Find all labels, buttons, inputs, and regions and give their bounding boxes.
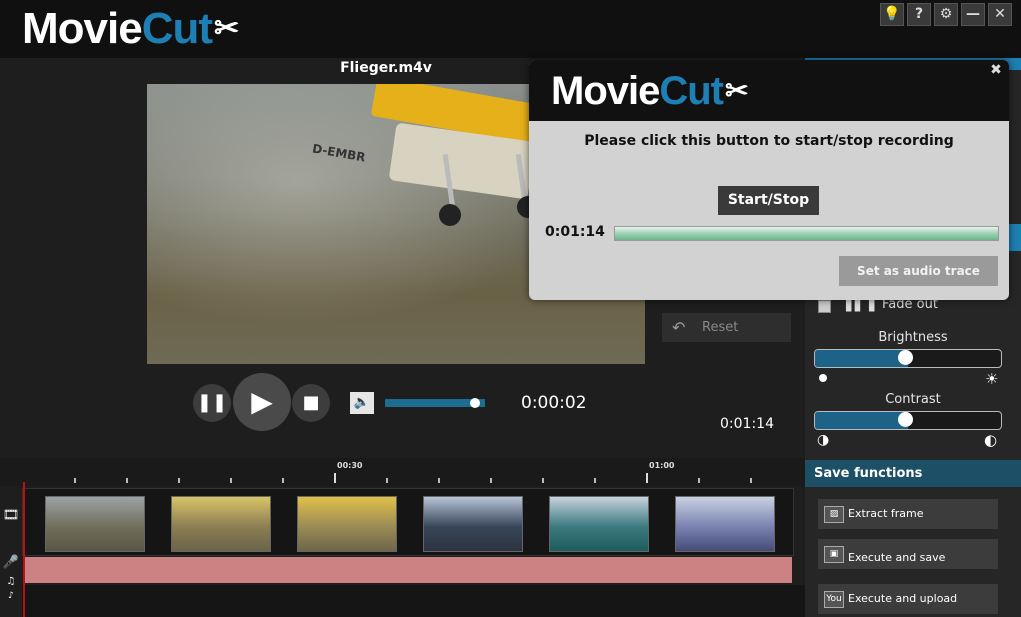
frame-thumbnail[interactable] — [675, 496, 775, 552]
video-plane-registration: D-EMBR — [311, 141, 367, 165]
play-button[interactable]: ▶ — [233, 373, 291, 431]
volume-slider-thumb[interactable] — [470, 398, 480, 408]
brightness-slider-thumb[interactable] — [898, 350, 913, 365]
contrast-slider-thumb[interactable] — [898, 412, 913, 427]
music-track[interactable] — [22, 585, 805, 617]
music-note-small-icon: ♪ — [8, 591, 14, 601]
reset-button[interactable]: ↶ Reset — [662, 313, 791, 342]
ruler-tick — [438, 478, 440, 483]
ruler-tick — [230, 478, 232, 483]
fade-out-checkbox[interactable] — [818, 300, 831, 313]
save-functions-header: Save functions — [805, 460, 1021, 487]
ruler-tick — [74, 478, 76, 483]
timeline-ruler[interactable]: 00:30 01:00 — [0, 458, 805, 486]
floppy-disk-icon: ▣ — [824, 546, 844, 563]
ruler-tick — [126, 478, 128, 483]
ruler-tick — [490, 478, 492, 483]
help-icon[interactable]: ? — [907, 3, 931, 26]
ruler-tick — [698, 478, 700, 483]
execute-upload-label: Execute and upload — [848, 592, 958, 605]
lightbulb-icon[interactable]: 💡 — [880, 3, 904, 26]
logo-text-cut: Cut — [141, 4, 213, 53]
total-time: 0:01:14 — [720, 416, 774, 432]
stop-button[interactable]: ■ — [292, 384, 330, 422]
scissors-icon: ✂ — [725, 75, 748, 106]
contrast-high-icon: ◐ — [984, 431, 998, 449]
execute-save-label: Execute and save — [848, 551, 946, 564]
brightness-low-icon — [819, 374, 827, 382]
app-logo: MovieCut✂ — [22, 4, 239, 54]
ruler-tick — [178, 478, 180, 483]
frame-thumbnail[interactable] — [297, 496, 397, 552]
ruler-tick — [594, 478, 596, 483]
brightness-slider-fill — [815, 350, 908, 367]
dialog-logo-text-cut: Cut — [659, 69, 724, 113]
undo-arrow-icon: ↶ — [672, 318, 686, 337]
contrast-label: Contrast — [885, 392, 941, 407]
current-time: 0:00:02 — [521, 393, 587, 413]
film-icon: 🎞 — [2, 508, 20, 523]
ruler-major-tick — [646, 473, 648, 483]
pause-button[interactable]: ❚❚ — [193, 384, 231, 422]
gear-icon[interactable]: ⚙ — [934, 3, 958, 26]
playhead[interactable] — [23, 482, 25, 617]
music-note-icon: ♫ — [6, 576, 16, 587]
microphone-icon: 🎤 — [2, 555, 20, 570]
video-track[interactable] — [22, 488, 794, 556]
ruler-label: 00:30 — [337, 461, 363, 470]
brightness-label: Brightness — [878, 330, 948, 345]
execute-upload-button[interactable]: You Execute and upload — [818, 584, 998, 614]
frame-thumbnail[interactable] — [549, 496, 649, 552]
scissors-icon: ✂ — [214, 12, 239, 45]
dialog-logo-text-movie: Movie — [551, 69, 660, 113]
ruler-label: 01:00 — [649, 461, 675, 470]
audio-track[interactable] — [24, 557, 792, 583]
save-functions-title: Save functions — [814, 466, 923, 481]
ruler-tick — [282, 478, 284, 483]
logo-text-movie: Movie — [22, 4, 143, 53]
extract-frame-label: Extract frame — [848, 507, 924, 520]
panel-section-tab[interactable] — [1009, 224, 1021, 251]
set-audio-trace-button[interactable]: Set as audio trace — [839, 256, 998, 286]
execute-save-button[interactable]: ▣ Execute and save — [818, 539, 998, 569]
dialog-logo: MovieCut✂ — [551, 68, 748, 114]
close-icon[interactable]: ✕ — [988, 3, 1012, 26]
contrast-low-icon: ◑ — [817, 432, 830, 448]
extract-frame-button[interactable]: ▨ Extract frame — [818, 499, 998, 529]
contrast-slider-fill — [815, 412, 908, 429]
minimize-icon[interactable]: — — [961, 3, 985, 26]
frame-thumbnail[interactable] — [45, 496, 145, 552]
video-plane-wheel — [439, 204, 461, 226]
recording-time: 0:01:14 — [545, 224, 605, 240]
youtube-icon: You — [824, 591, 844, 608]
dialog-message: Please click this button to start/stop r… — [584, 133, 954, 149]
ruler-tick — [750, 478, 752, 483]
reset-button-label: Reset — [702, 320, 739, 335]
ruler-tick — [386, 478, 388, 483]
frame-thumbnail[interactable] — [171, 496, 271, 552]
recording-progress-bar — [614, 226, 999, 241]
start-stop-button[interactable]: Start/Stop — [718, 186, 819, 215]
ruler-major-tick — [334, 473, 336, 483]
ruler-tick — [542, 478, 544, 483]
image-icon: ▨ — [824, 506, 844, 523]
volume-icon[interactable]: 🔈 — [350, 392, 374, 414]
brightness-high-icon: ☀ — [985, 370, 999, 388]
recording-dialog: MovieCut✂ ✖ Please click this button to … — [529, 60, 1009, 300]
frame-thumbnail[interactable] — [423, 496, 523, 552]
dialog-close-icon[interactable]: ✖ — [988, 62, 1004, 78]
